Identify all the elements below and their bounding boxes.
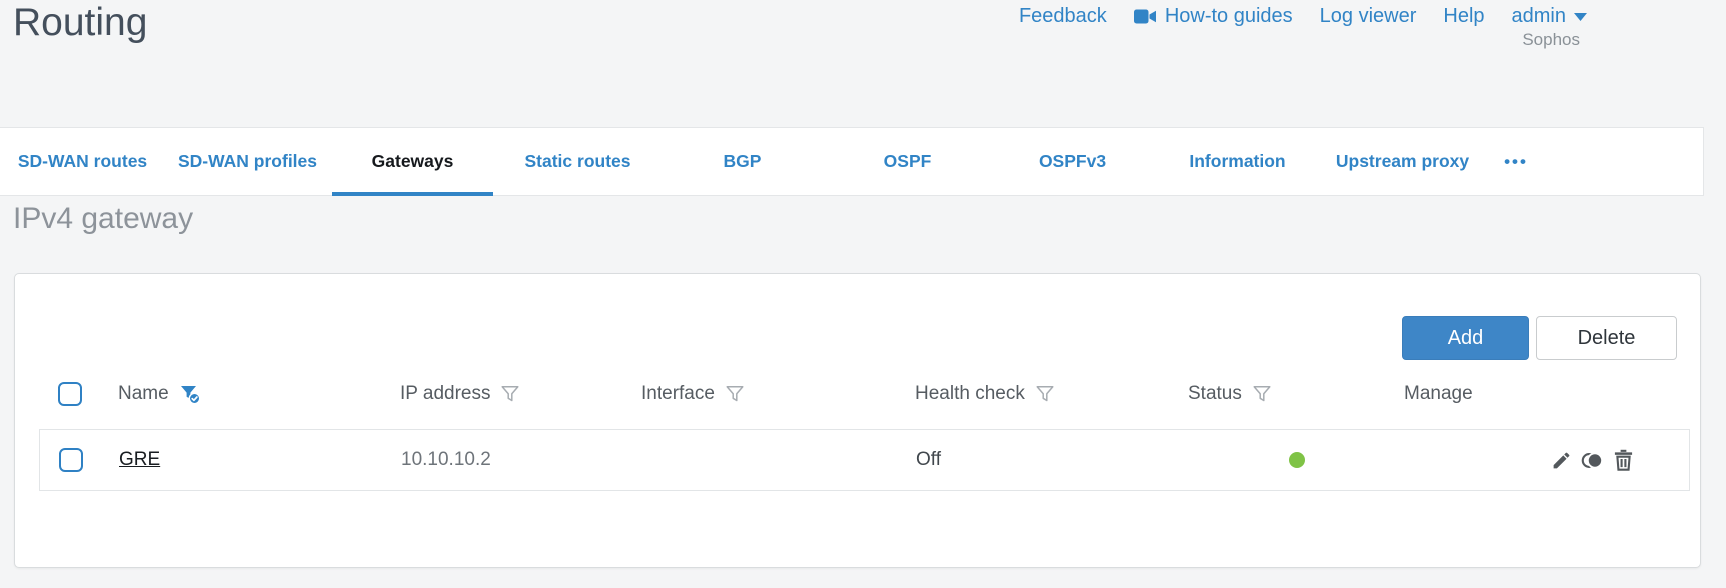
table-body: GRE 10.10.10.2 Off	[39, 429, 1690, 491]
column-header-name: Name	[118, 383, 169, 404]
tab-bgp[interactable]: BGP	[660, 128, 825, 195]
log-viewer-link[interactable]: Log viewer	[1320, 5, 1417, 28]
column-header-health-check: Health check	[915, 383, 1025, 404]
row-checkbox[interactable]	[59, 448, 83, 472]
how-to-guides-link[interactable]: How-to guides	[1133, 5, 1293, 28]
more-tabs-button[interactable]: •••	[1485, 128, 1547, 195]
feedback-link[interactable]: Feedback	[1019, 5, 1107, 28]
status-dot	[1289, 452, 1305, 468]
feedback-label: Feedback	[1018, 5, 1107, 27]
help-label: Help	[1443, 5, 1485, 27]
manage-actions	[1405, 449, 1689, 471]
filter-active-icon[interactable]	[179, 383, 201, 405]
tab-gateways[interactable]: Gateways	[330, 128, 495, 196]
tab-upstream-proxy[interactable]: Upstream proxy	[1320, 128, 1485, 195]
log-viewer-label: Log viewer	[1319, 5, 1417, 27]
tab-static-routes[interactable]: Static routes	[495, 128, 660, 195]
brand-label: Sophos	[1522, 30, 1580, 49]
column-header-interface: Interface	[641, 383, 715, 404]
tab-ospfv3[interactable]: OSPFv3	[990, 128, 1155, 195]
gateway-health-check: Off	[916, 449, 941, 470]
clone-icon[interactable]	[1581, 450, 1604, 471]
filter-icon[interactable]	[725, 384, 745, 404]
gateway-name-link[interactable]: GRE	[119, 449, 160, 470]
top-nav: Feedback How-to guides Log viewer Help a…	[1019, 5, 1587, 28]
column-header-ip-address: IP address	[400, 383, 491, 404]
page-title: Routing	[13, 1, 148, 44]
gateway-ip-address: 10.10.10.2	[401, 449, 491, 470]
filter-icon[interactable]	[1252, 384, 1272, 404]
section-title: IPv4 gateway	[13, 202, 194, 235]
delete-button[interactable]: Delete	[1536, 316, 1677, 360]
tab-ospf[interactable]: OSPF	[825, 128, 990, 195]
filter-icon[interactable]	[500, 384, 520, 404]
table-row: GRE 10.10.10.2 Off	[40, 430, 1689, 490]
admin-menu[interactable]: admin	[1512, 5, 1587, 28]
caret-down-icon	[1574, 12, 1587, 21]
select-all-checkbox[interactable]	[58, 382, 82, 406]
tab-information[interactable]: Information	[1155, 128, 1320, 195]
how-to-guides-label: How-to guides	[1164, 5, 1293, 27]
help-link[interactable]: Help	[1443, 5, 1484, 28]
admin-label: admin	[1511, 5, 1566, 27]
tab-bar: SD-WAN routes SD-WAN profiles Gateways S…	[0, 127, 1704, 196]
delete-icon[interactable]	[1613, 449, 1634, 471]
column-header-status: Status	[1188, 383, 1242, 404]
column-header-manage: Manage	[1404, 383, 1473, 404]
filter-icon[interactable]	[1035, 384, 1055, 404]
tab-sd-wan-profiles[interactable]: SD-WAN profiles	[165, 128, 330, 195]
ipv4-gateway-card: Add Delete Name IP address Interface Hea…	[14, 273, 1701, 568]
add-button[interactable]: Add	[1402, 316, 1529, 360]
table-header: Name IP address Interface Health check S…	[39, 374, 1690, 414]
edit-icon[interactable]	[1551, 450, 1572, 471]
toolbar: Add Delete	[1402, 316, 1677, 360]
tab-sd-wan-routes[interactable]: SD-WAN routes	[0, 128, 165, 195]
video-camera-icon	[1133, 9, 1157, 24]
